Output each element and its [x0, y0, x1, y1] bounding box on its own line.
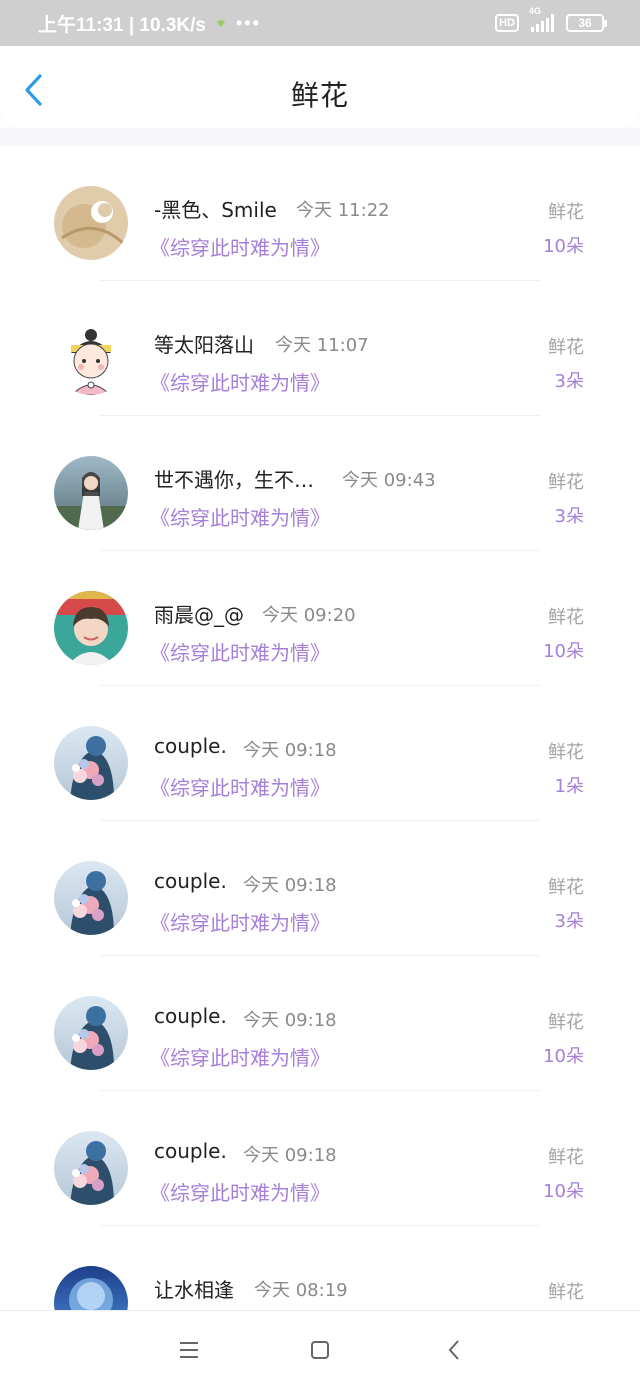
list-item[interactable]: 雨晨@_@ 今天 09:20 《综穿此时难为情》 鲜花 10朵: [0, 551, 640, 686]
timestamp: 今天 11:22: [296, 200, 390, 221]
timestamp: 今天 11:07: [275, 335, 369, 356]
user-name: -黑色、Smile: [154, 198, 277, 222]
list-item[interactable]: -黑色、Smile 今天 11:22 《综穿此时难为情》 鲜花 10朵: [0, 146, 640, 281]
list-item[interactable]: couple. 今天 09:18 《综穿此时难为情》 鲜花 10朵: [0, 956, 640, 1091]
book-title-link[interactable]: 《综穿此时难为情》: [150, 907, 330, 936]
gift-type: 鲜花: [548, 202, 584, 223]
page: 上午11:31 | 10.3K/s ••• HD 4G 36 鲜花 -黑色、Sm…: [0, 0, 640, 1387]
page-title: 鲜花: [290, 79, 349, 112]
user-name: couple.: [154, 1139, 227, 1163]
avatar[interactable]: [54, 591, 128, 665]
avatar[interactable]: [54, 726, 128, 800]
user-name: couple.: [154, 869, 227, 893]
gift-type: 鲜花: [548, 1012, 584, 1033]
user-name: 等太阳落山: [154, 333, 254, 357]
timestamp: 今天 09:18: [243, 875, 337, 896]
header-bar: 鲜花: [0, 46, 640, 128]
nav-menu-button[interactable]: [174, 1335, 204, 1365]
avatar[interactable]: [54, 861, 128, 935]
avatar[interactable]: [54, 1131, 128, 1205]
hd-badge: HD: [495, 14, 519, 32]
square-icon: [311, 1341, 329, 1359]
book-title-link[interactable]: 《综穿此时难为情》: [150, 367, 330, 396]
gift-type: 鲜花: [548, 877, 584, 898]
book-title-link[interactable]: 《综穿此时难为情》: [150, 1177, 330, 1206]
gift-count: 3朵: [554, 506, 584, 527]
avatar[interactable]: [54, 321, 128, 395]
network-label: 4G: [529, 6, 542, 16]
user-name: 世不遇你，生不…: [154, 468, 314, 492]
timestamp: 今天 09:20: [262, 605, 356, 626]
user-name: couple.: [154, 734, 227, 758]
status-left: 上午11:31 | 10.3K/s •••: [38, 10, 261, 37]
gift-count: 10朵: [543, 641, 584, 662]
gift-list: -黑色、Smile 今天 11:22 《综穿此时难为情》 鲜花 10朵 等太阳落山 今天 1…: [0, 146, 640, 1361]
list-item[interactable]: couple. 今天 09:18 《综穿此时难为情》 鲜花 1朵: [0, 686, 640, 821]
user-name: 雨晨@_@: [154, 603, 244, 627]
timestamp: 今天 09:43: [342, 470, 436, 491]
timestamp: 今天 08:19: [254, 1280, 348, 1301]
chevron-left-icon: [448, 1340, 459, 1360]
gift-count: 3朵: [554, 911, 584, 932]
list-item[interactable]: 世不遇你，生不… 今天 09:43 《综穿此时难为情》 鲜花 3朵: [0, 416, 640, 551]
gift-count: 10朵: [543, 1181, 584, 1202]
book-title-link[interactable]: 《综穿此时难为情》: [150, 232, 330, 261]
timestamp: 今天 09:18: [243, 1010, 337, 1031]
gift-type: 鲜花: [548, 337, 584, 358]
avatar[interactable]: [54, 456, 128, 530]
status-dots: •••: [235, 12, 261, 33]
gift-count: 10朵: [543, 1046, 584, 1067]
user-name: 让水相逢: [154, 1278, 234, 1302]
gift-count: 1朵: [554, 776, 584, 797]
status-time-speed: 上午11:31 | 10.3K/s: [38, 14, 206, 36]
user-name: couple.: [154, 1004, 227, 1028]
nav-back-button[interactable]: [440, 1335, 470, 1365]
gift-type: 鲜花: [548, 1282, 584, 1303]
gift-count: 10朵: [543, 236, 584, 257]
system-nav-bar: [0, 1310, 640, 1387]
gift-type: 鲜花: [548, 742, 584, 763]
avatar[interactable]: [54, 186, 128, 260]
wifi-small-icon: [216, 20, 225, 27]
gift-type: 鲜花: [548, 607, 584, 628]
menu-icon: [180, 1342, 198, 1358]
book-title-link[interactable]: 《综穿此时难为情》: [150, 637, 330, 666]
timestamp: 今天 09:18: [243, 1145, 337, 1166]
list-item[interactable]: 等太阳落山 今天 11:07 《综穿此时难为情》 鲜花 3朵: [0, 281, 640, 416]
book-title-link[interactable]: 《综穿此时难为情》: [150, 1042, 330, 1071]
status-right: HD 4G 36: [495, 6, 607, 32]
book-title-link[interactable]: 《综穿此时难为情》: [150, 772, 330, 801]
status-bar: 上午11:31 | 10.3K/s ••• HD 4G 36: [0, 0, 640, 46]
signal-icon: 4G: [529, 6, 554, 32]
book-title-link[interactable]: 《综穿此时难为情》: [150, 502, 330, 531]
list-item[interactable]: couple. 今天 09:18 《综穿此时难为情》 鲜花 3朵: [0, 821, 640, 956]
avatar[interactable]: [54, 996, 128, 1070]
gift-count: 3朵: [554, 371, 584, 392]
nav-home-button[interactable]: [305, 1335, 335, 1365]
gift-type: 鲜花: [548, 472, 584, 493]
list-item[interactable]: couple. 今天 09:18 《综穿此时难为情》 鲜花 10朵: [0, 1091, 640, 1226]
battery-level: 36: [578, 16, 592, 30]
header-gap: [0, 128, 640, 146]
timestamp: 今天 09:18: [243, 740, 337, 761]
gift-type: 鲜花: [548, 1147, 584, 1168]
battery-icon: 36: [566, 14, 607, 32]
